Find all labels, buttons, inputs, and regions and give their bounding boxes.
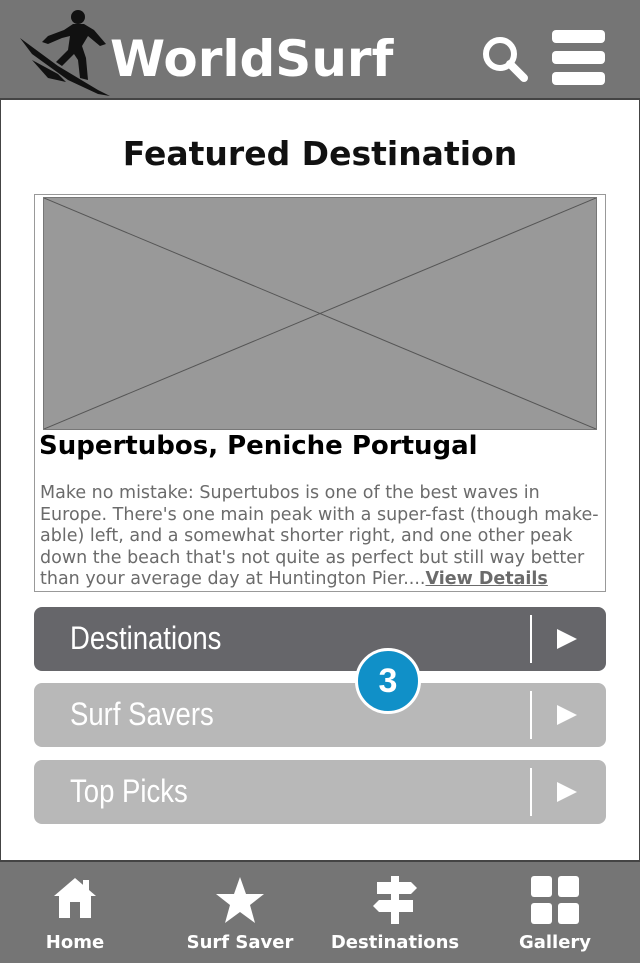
menu-top-picks-button[interactable]: Top Picks [34, 760, 606, 824]
signpost-icon [373, 876, 417, 924]
view-details-link[interactable]: View Details [425, 569, 547, 589]
search-icon [483, 37, 528, 82]
bottom-nav: Home Surf Saver Destinations Gallery [0, 860, 640, 963]
nav-surf-saver[interactable]: Surf Saver [165, 862, 315, 962]
featured-title: Supertubos, Peniche Portugal [39, 431, 478, 461]
nav-destinations[interactable]: Destinations [320, 862, 470, 962]
surfer-logo-icon [20, 10, 110, 96]
nav-label: Surf Saver [186, 932, 294, 953]
hamburger-icon-bar [552, 72, 605, 85]
featured-description: Make no mistake: Supertubos is one of th… [40, 483, 602, 591]
menu-item-label: Top Picks [70, 773, 188, 809]
app-logo-text[interactable]: WorldSurf [110, 34, 393, 84]
nav-gallery[interactable]: Gallery [480, 862, 630, 962]
divider [530, 691, 532, 739]
menu-item-label: Destinations [70, 620, 222, 656]
image-placeholder-icon [44, 198, 596, 429]
play-arrow-icon [557, 629, 577, 649]
play-arrow-icon [557, 782, 577, 802]
menu-item-label: Surf Savers [70, 696, 214, 732]
search-button[interactable] [480, 34, 530, 84]
app-header: WorldSurf [0, 0, 640, 100]
featured-image-placeholder[interactable] [43, 197, 597, 430]
featured-heading: Featured Destination [122, 134, 518, 173]
divider [530, 768, 532, 816]
home-icon [54, 878, 96, 918]
menu-destinations-button[interactable]: Destinations [34, 607, 606, 671]
star-icon [216, 877, 264, 923]
grid-icon [531, 876, 579, 924]
divider [530, 615, 532, 663]
menu-surf-savers-button[interactable]: Surf Savers [34, 683, 606, 747]
hamburger-icon-bar [552, 51, 605, 64]
featured-card: Supertubos, Peniche Portugal Make no mis… [34, 194, 606, 592]
hamburger-menu-button[interactable] [552, 30, 605, 85]
nav-label: Destinations [330, 932, 460, 953]
nav-label: Home [45, 932, 105, 953]
annotation-badge: 3 [355, 648, 421, 714]
nav-home[interactable]: Home [0, 862, 150, 962]
hamburger-icon [552, 30, 605, 43]
play-arrow-icon [557, 705, 577, 725]
nav-label: Gallery [518, 932, 592, 953]
